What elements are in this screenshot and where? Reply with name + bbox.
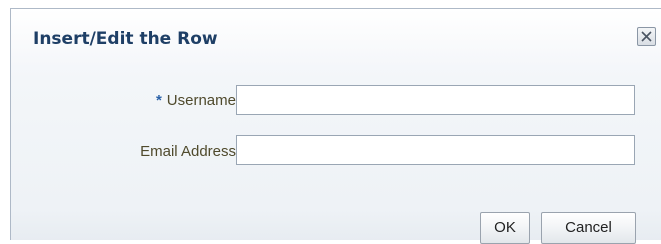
required-marker: * — [155, 92, 162, 109]
username-label: * Username — [156, 92, 236, 109]
ok-button[interactable]: OK — [480, 212, 530, 244]
email-address-label: Email Address — [140, 143, 236, 160]
insert-edit-row-dialog: Insert/Edit the Row — [10, 8, 661, 240]
dialog-titlebar: Insert/Edit the Row — [11, 9, 661, 65]
username-label-text: Username — [166, 92, 236, 109]
dialog-title: Insert/Edit the Row — [33, 29, 218, 49]
close-icon — [641, 31, 652, 42]
username-input[interactable] — [236, 85, 635, 115]
email-address-input[interactable] — [236, 135, 635, 165]
close-button[interactable] — [637, 27, 656, 46]
cancel-button[interactable]: Cancel — [541, 212, 636, 244]
